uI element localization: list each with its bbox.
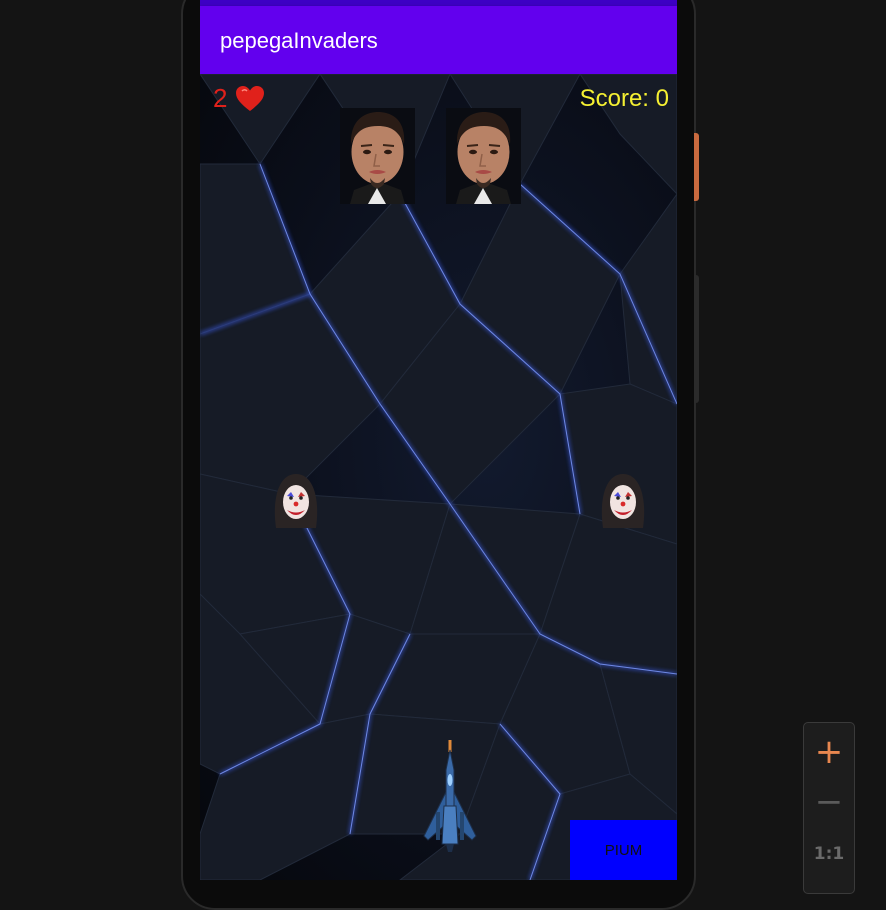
clown-face-enemy [274,474,318,528]
zoom-controls: + − 1:1 [803,722,855,894]
power-button [694,133,699,201]
zoom-out-button[interactable]: − [804,779,854,825]
score-display: Score: 0 [579,85,669,112]
app-bar: pepegaInvaders [200,6,677,74]
man-face-enemy [446,108,521,204]
fire-button[interactable]: PIUM [570,820,677,880]
lives-value: 2 [213,83,228,113]
volume-button [694,275,699,403]
man-face-enemy [340,108,415,204]
zoom-reset-button[interactable]: 1:1 [804,831,854,877]
heart-icon [236,86,265,111]
phone-screen: pepegaInvaders 2 Score: 0 PIUM [200,0,677,880]
clown-face-enemy [601,474,645,528]
game-canvas[interactable]: 2 Score: 0 PIUM [200,74,677,880]
spaceship-player [423,740,477,852]
app-title: pepegaInvaders [220,28,378,53]
lives-counter: 2 [213,83,265,114]
zoom-in-button[interactable]: + [804,729,854,775]
